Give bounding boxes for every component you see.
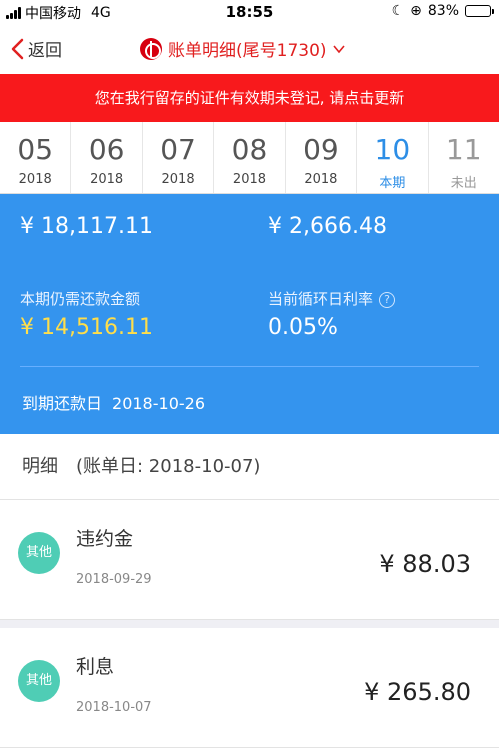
- transaction-row[interactable]: 其他 利息 2018-10-07 ¥ 265.80: [0, 628, 499, 748]
- moon-icon: ☾: [391, 3, 405, 19]
- month-sub: 本期: [379, 176, 406, 191]
- transaction-date: 2018-09-29: [76, 572, 152, 587]
- status-right: ☾ ⊕ 83%: [391, 3, 494, 19]
- month-sub: 未出: [450, 176, 477, 191]
- month-sub: 2018: [304, 172, 338, 187]
- transaction-title: 违约金: [76, 528, 134, 550]
- remaining-label: 本期仍需还款金额: [20, 290, 141, 308]
- category-badge: 其他: [18, 532, 60, 574]
- month-number: 11: [445, 133, 482, 166]
- month-tab[interactable]: 07 2018: [143, 122, 215, 193]
- month-sub: 2018: [232, 172, 267, 187]
- due-date: 2018-10-26: [112, 394, 205, 413]
- month-sub: 2018: [90, 172, 124, 187]
- category-badge: 其他: [18, 660, 60, 702]
- chevron-down-icon: [332, 44, 345, 53]
- back-button[interactable]: 返回: [10, 36, 62, 61]
- id-expiry-notice[interactable]: 您在我行留存的证件有效期未登记, 请点击更新: [0, 74, 499, 122]
- month-tab[interactable]: 08 2018: [214, 122, 286, 193]
- total-amount: ¥ 18,117.11: [20, 214, 153, 239]
- min-amount: ¥ 2,666.48: [268, 214, 387, 239]
- card-selector[interactable]: 账单明细(尾号1730): [140, 36, 345, 61]
- month-number: 06: [88, 133, 125, 166]
- page-title: 账单明细(尾号1730): [168, 41, 327, 61]
- due-date-row: 到期还款日 2018-10-26: [22, 390, 205, 414]
- bank-logo-icon: [140, 37, 162, 60]
- remaining-cell: 本期仍需还款金额 ¥ 14,516.11: [20, 288, 153, 340]
- month-sub: 2018: [18, 172, 52, 187]
- due-label: 到期还款日: [22, 394, 103, 413]
- transaction-amount: ¥ 265.80: [364, 678, 471, 706]
- month-tab[interactable]: 06 2018: [71, 122, 143, 193]
- bill-summary: ¥ 18,117.11 ¥ 2,666.48 本期仍需还款金额 ¥ 14,516…: [0, 194, 499, 434]
- transaction-row[interactable]: 其他 违约金 2018-09-29 ¥ 88.03: [0, 500, 499, 620]
- month-tab[interactable]: 10 本期: [357, 122, 429, 193]
- transaction-title: 利息: [76, 656, 115, 678]
- month-tab[interactable]: 09 2018: [286, 122, 358, 193]
- month-number: 07: [160, 133, 196, 166]
- month-number: 10: [374, 133, 411, 166]
- detail-header: 明细 (账单日: 2018-10-07): [0, 434, 499, 500]
- nav-bar: 返回 账单明细(尾号1730): [0, 24, 499, 74]
- battery-icon: [465, 5, 494, 17]
- month-tab[interactable]: 11 未出: [429, 122, 499, 193]
- detail-label: 明细: [22, 456, 58, 477]
- month-number: 08: [231, 133, 268, 166]
- help-icon[interactable]: ?: [379, 291, 396, 308]
- status-bar: 中国移动 4G 18:55 ☾ ⊕ 83%: [0, 0, 499, 24]
- month-tab[interactable]: 05 2018: [0, 122, 72, 193]
- statement-date: (账单日: 2018-10-07): [76, 456, 261, 477]
- battery-percent: 83%: [427, 3, 459, 19]
- transaction-amount: ¥ 88.03: [379, 550, 471, 578]
- month-tabs: 05 2018 06 2018 07 2018 08 2018 09 2018 10 本期 11 未出: [0, 122, 499, 194]
- remaining-value: ¥ 14,516.11: [20, 315, 153, 340]
- total-amount-cell: ¥ 18,117.11: [20, 208, 153, 239]
- min-amount-cell: ¥ 2,666.48: [268, 208, 387, 239]
- month-sub: 2018: [161, 172, 195, 187]
- rotation-lock-icon: ⊕: [410, 3, 422, 19]
- chevron-left-icon: [11, 38, 24, 59]
- rate-cell: 当前循环日利率? 0.05%: [268, 288, 396, 340]
- transaction-date: 2018-10-07: [76, 700, 152, 715]
- back-label: 返回: [28, 41, 62, 61]
- month-number: 05: [17, 133, 54, 166]
- summary-divider: [20, 366, 479, 367]
- month-number: 09: [303, 133, 339, 166]
- rate-value: 0.05%: [268, 315, 338, 340]
- rate-label: 当前循环日利率: [268, 290, 374, 308]
